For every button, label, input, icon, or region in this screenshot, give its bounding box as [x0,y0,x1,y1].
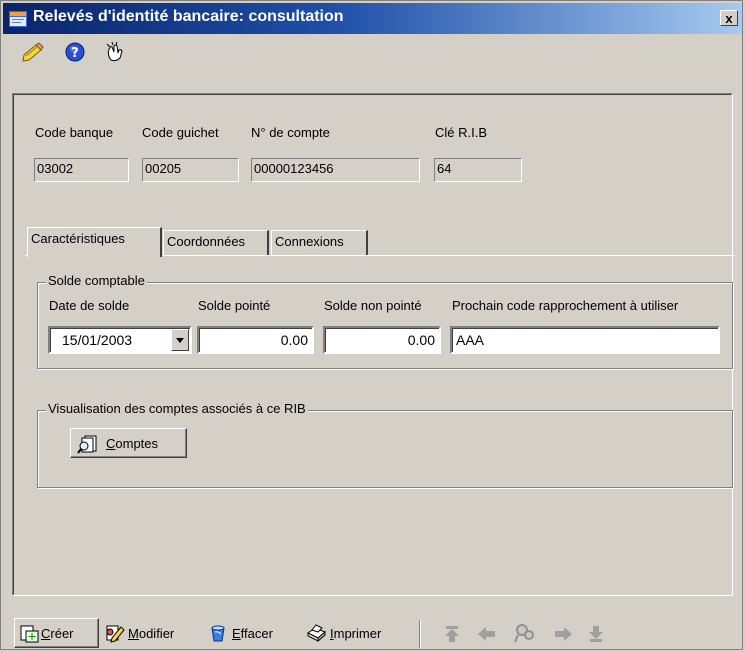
create-icon [20,625,39,643]
modifier-accelerator: M [128,626,139,641]
tab-caracteristiques-label: Caractéristiques [31,231,125,246]
code-banque-label: Code banque [35,125,114,140]
cle-rib-field: 64 [434,158,522,182]
help-icon[interactable]: ? [63,41,87,63]
comptes-label-rest: omptes [115,436,159,451]
modifier-label-rest: odifier [138,626,175,641]
creer-label: Créer [41,626,74,641]
imprimer-label-rest: mprimer [333,626,382,641]
top-toolbar: ? [1,37,301,67]
effacer-accelerator: E [232,626,241,641]
svg-text:?: ? [71,46,79,61]
solde-non-pointe-value: 0.00 [407,332,435,348]
modifier-label: Modifier [128,626,174,641]
window-title: Relevés d'identité bancaire: consultatio… [33,8,344,25]
solde-pointe-label: Solde pointé [198,298,271,313]
code-guichet-label: Code guichet [142,125,219,140]
tab-coordonnees-label: Coordonnées [167,234,246,249]
code-rapprochement-value: AAA [456,332,485,348]
cle-rib-value: 64 [437,161,452,176]
code-rapprochement-label: Prochain code rapprochement à utiliser [452,298,679,313]
date-solde-input[interactable]: 15/01/2003 [48,326,192,354]
modify-icon [106,625,125,643]
comptes-accelerator: C [106,436,116,451]
solde-non-pointe-input[interactable]: 0.00 [323,326,441,354]
code-guichet-value: 00205 [145,161,182,176]
solde-pointe-input[interactable]: 0.00 [197,326,314,354]
tab-caracteristiques[interactable]: Caractéristiques [27,227,162,257]
close-button[interactable]: x [720,10,738,26]
date-solde-label: Date de solde [49,298,130,313]
search-accounts-icon [77,435,97,454]
numero-compte-label: N° de compte [251,125,330,140]
numero-compte-value: 00000123456 [254,161,334,176]
comptes-button[interactable]: Comptes [70,428,187,458]
previous-record-icon[interactable] [476,624,498,644]
creer-label-rest: réer [50,626,74,641]
solde-non-pointe-label: Solde non pointé [324,298,422,313]
code-guichet-field: 00205 [142,158,239,182]
tab-coordonnees[interactable]: Coordonnées [163,230,269,255]
toolbar-separator [419,620,421,648]
code-banque-value: 03002 [37,161,74,176]
app-icon [9,11,27,27]
creer-button[interactable]: Créer [14,618,99,648]
solde-pointe-value: 0.00 [280,332,308,348]
title-bar[interactable]: Relevés d'identité bancaire: consultatio… [3,3,742,34]
delete-bin-icon [211,625,225,642]
effacer-label-rest: ffacer [240,626,273,641]
pointer-icon[interactable] [103,41,127,63]
imprimer-label: Imprimer [330,626,381,641]
effacer-button[interactable]: Effacer [208,619,298,649]
print-icon [307,624,326,643]
search-record-icon[interactable] [514,622,536,644]
tab-connexions[interactable]: Connexions [271,230,368,255]
effacer-label: Effacer [232,626,273,641]
chevron-down-icon [176,338,184,343]
imprimer-button[interactable]: Imprimer [305,619,397,649]
modifier-button[interactable]: Modifier [104,619,194,649]
solde-comptable-legend: Solde comptable [46,273,147,288]
numero-compte-field: 00000123456 [251,158,420,182]
date-dropdown-button[interactable] [171,329,189,351]
comptes-label: Comptes [106,436,158,451]
cle-rib-label: Clé R.I.B [435,125,488,140]
visualisation-legend: Visualisation des comptes associés à ce … [46,401,308,416]
next-record-icon[interactable] [552,624,574,644]
edit-pencil-icon[interactable] [21,41,45,63]
tab-connexions-label: Connexions [275,234,344,249]
creer-accelerator: C [41,626,51,641]
code-rapprochement-input[interactable]: AAA [450,326,720,354]
close-icon: x [725,11,733,26]
first-record-icon[interactable] [442,624,462,644]
date-solde-value: 15/01/2003 [62,332,133,348]
window: Relevés d'identité bancaire: consultatio… [0,0,743,650]
code-banque-field: 03002 [34,158,129,182]
last-record-icon[interactable] [586,624,606,644]
